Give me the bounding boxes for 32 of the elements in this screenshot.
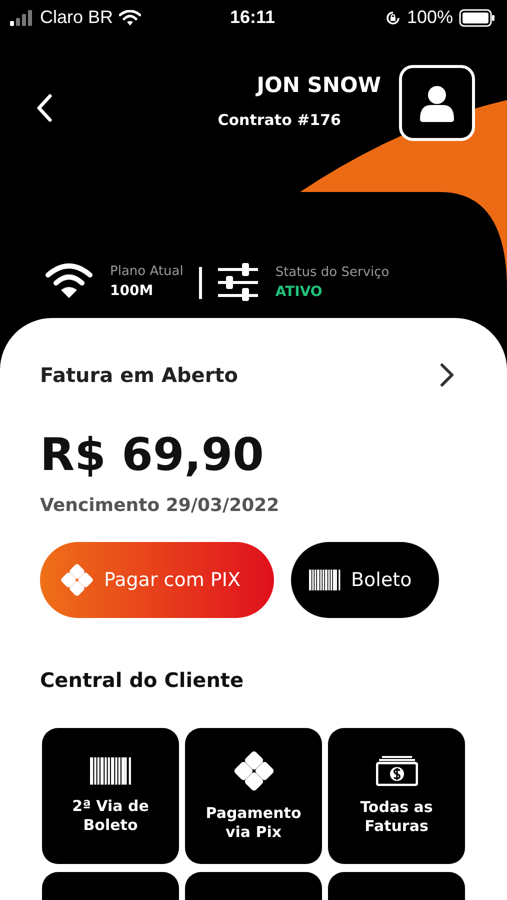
sliders-icon: [218, 263, 258, 301]
pix-pay-button[interactable]: Pagar com PIX: [40, 542, 274, 618]
tile-button[interactable]: Todas as Faturas: [328, 728, 465, 864]
battery-percent: 100%: [406, 7, 453, 28]
section-title: Central do Cliente: [40, 668, 245, 692]
stat-value: ATIVO: [275, 284, 324, 300]
clock-time: 16:11: [230, 7, 276, 28]
tile-button[interactable]: Pagamento via Pix: [185, 728, 322, 864]
back-icon: [34, 93, 54, 123]
stat-label: Plano Atual: [110, 264, 184, 278]
wifi-icon: [119, 10, 142, 26]
banknote-icon: [376, 756, 418, 786]
pix-icon: [60, 563, 94, 597]
avatar-button[interactable]: [399, 65, 475, 141]
pix-icon: [232, 750, 274, 792]
due-date: Vencimento 29/03/2022: [40, 495, 280, 516]
contract-number: Contrato #176: [218, 111, 342, 129]
invoice-title: Fatura em Aberto: [40, 363, 238, 387]
person-icon: [417, 83, 457, 123]
stat-value: 100M: [110, 282, 154, 298]
user-name: JON SNOW: [256, 73, 381, 97]
tile-button[interactable]: 2ª Via de Boleto: [42, 728, 179, 864]
wifi-icon: [45, 263, 93, 299]
boleto-button[interactable]: Boleto: [291, 542, 439, 618]
barcode-icon: [90, 756, 132, 784]
rotation-lock-icon: [384, 10, 401, 26]
invoice-amount: R$ 69,90: [40, 428, 265, 481]
stat-label: Status do Serviço: [275, 264, 390, 280]
barcode-icon: [309, 569, 341, 591]
battery-icon: [458, 8, 495, 26]
carrier-name: Claro BR: [40, 7, 114, 28]
signal-icon: [10, 10, 34, 26]
